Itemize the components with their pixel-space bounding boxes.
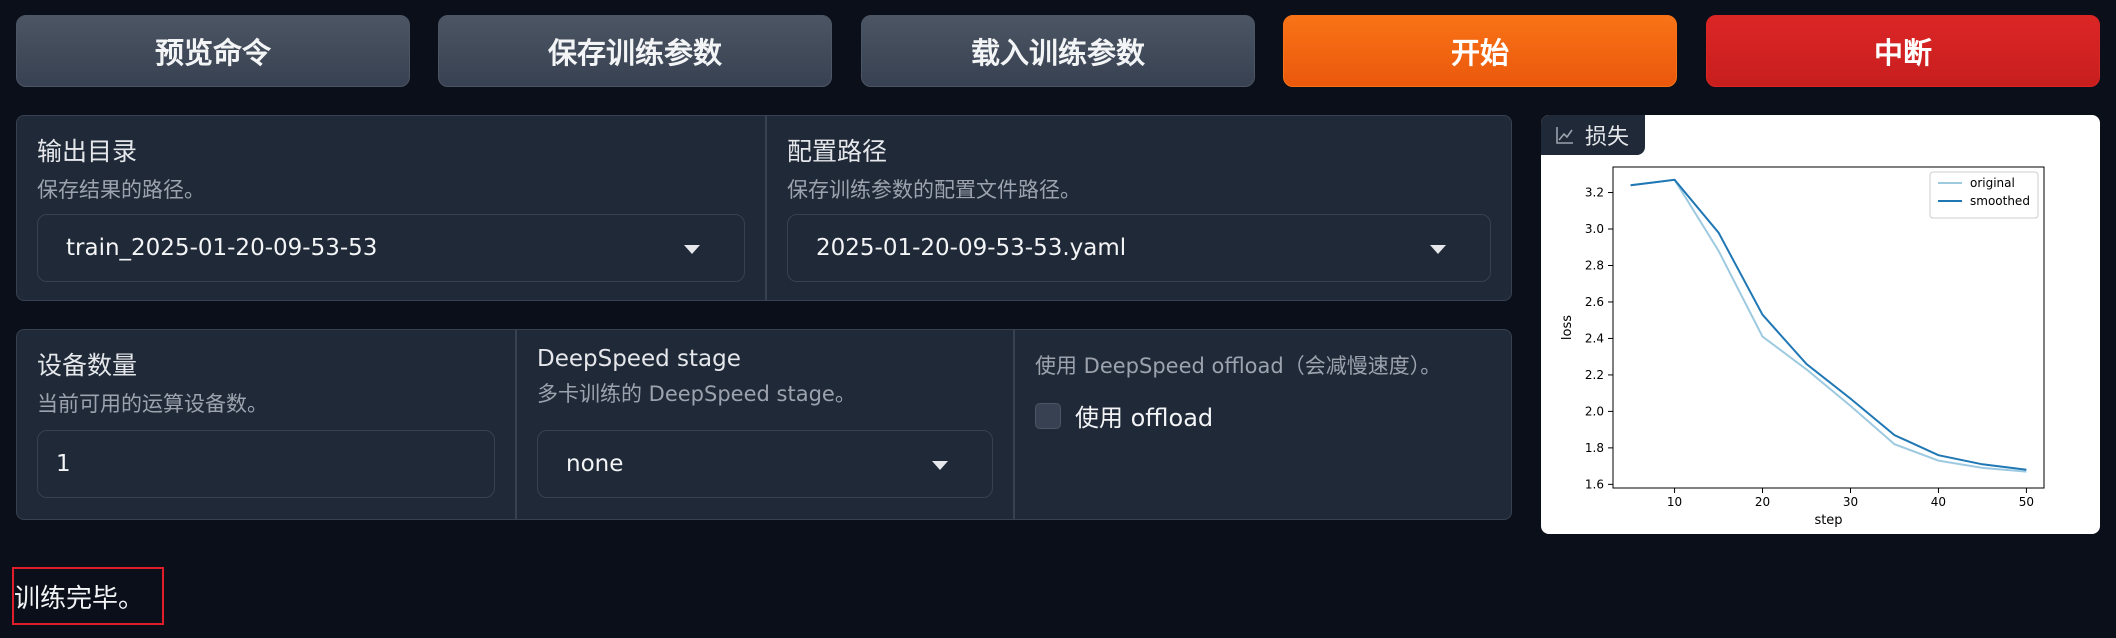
chart-icon: [1556, 127, 1573, 144]
output-dir-value: train_2025-01-20-09-53-53: [66, 235, 378, 261]
chevron-down-icon: [1430, 245, 1446, 254]
y-tick-label: 1.8: [1585, 441, 1604, 455]
loss-plot-title: 损失: [1585, 125, 1630, 150]
output-dir-block: 输出目录 保存结果的路径。 train_2025-01-20-09-53-53: [17, 116, 765, 300]
legend-label-original: original: [1970, 176, 2015, 190]
config-path-dropdown[interactable]: 2025-01-20-09-53-53.yaml: [787, 214, 1491, 282]
config-path-value: 2025-01-20-09-53-53.yaml: [816, 235, 1127, 261]
loss-chart: 10 20 30 40 50 1.6 1.8 2.0 2.2 2.4 2.6 2.8 3.0 3.2 ste…: [1560, 166, 2045, 528]
offload-checkbox-row[interactable]: 使用 offload: [1035, 398, 1491, 433]
y-tick-label: 3.2: [1585, 186, 1604, 200]
deepspeed-offload-info: 使用 DeepSpeed offload（会减慢速度）。: [1035, 354, 1442, 378]
legend-label-smoothed: smoothed: [1970, 194, 2030, 208]
deepspeed-stage-block: DeepSpeed stage 多卡训练的 DeepSpeed stage。 n…: [515, 330, 1013, 519]
device-count-input[interactable]: 1: [37, 430, 495, 498]
y-tick-label: 2.2: [1585, 368, 1604, 382]
y-tick-label: 2.6: [1585, 295, 1604, 309]
y-tick-label: 2.4: [1585, 331, 1604, 345]
output-dir-label: 输出目录: [37, 137, 138, 166]
device-settings-row: 设备数量 当前可用的运算设备数。 1 DeepSpeed stage 多卡训练的…: [16, 329, 1512, 520]
series-line-original: [1630, 178, 2027, 473]
deepspeed-stage-info: 多卡训练的 DeepSpeed stage。: [537, 382, 856, 406]
loss-plot-tab: 损失: [1541, 115, 1645, 155]
chevron-down-icon: [684, 245, 700, 254]
x-tick-label: 50: [2019, 495, 2034, 509]
deepspeed-stage-label: DeepSpeed stage: [537, 346, 741, 372]
config-path-info: 保存训练参数的配置文件路径。: [787, 178, 1081, 202]
save-args-button[interactable]: 保存训练参数: [438, 15, 832, 87]
device-count-block: 设备数量 当前可用的运算设备数。 1: [17, 330, 515, 519]
offload-checkbox[interactable]: [1035, 402, 1061, 429]
y-tick-label: 2.8: [1585, 258, 1604, 272]
start-button[interactable]: 开始: [1283, 15, 1677, 87]
y-tick-label: 2.0: [1585, 404, 1604, 418]
device-count-value: 1: [56, 451, 71, 477]
y-axis-label: loss: [1560, 315, 1575, 340]
x-tick-label: 20: [1755, 495, 1770, 509]
device-count-label: 设备数量: [37, 351, 138, 380]
training-status: 训练完毕。: [12, 567, 164, 625]
stop-button[interactable]: 中断: [1706, 15, 2100, 87]
x-tick-label: 30: [1843, 495, 1858, 509]
x-axis-label: step: [1814, 513, 1842, 528]
output-dir-info: 保存结果的路径。: [37, 178, 205, 202]
series-line-smoothed: [1630, 178, 2027, 471]
config-path-block: 配置路径 保存训练参数的配置文件路径。 2025-01-20-09-53-53.…: [765, 116, 1511, 300]
config-path-label: 配置路径: [787, 137, 888, 166]
output-settings-row: 输出目录 保存结果的路径。 train_2025-01-20-09-53-53 …: [16, 115, 1512, 301]
x-tick-label: 10: [1667, 495, 1682, 509]
loss-plot-panel: 10 20 30 40 50 1.6 1.8 2.0 2.2 2.4 2.6 2.8 3.0 3.2 ste…: [1541, 115, 2100, 534]
deepspeed-stage-value: none: [566, 451, 624, 477]
preview-command-button[interactable]: 预览命令: [16, 15, 410, 87]
y-tick-label: 3.0: [1585, 222, 1604, 236]
deepspeed-offload-block: 使用 DeepSpeed offload（会减慢速度）。 使用 offload: [1013, 330, 1511, 519]
chevron-down-icon: [932, 461, 948, 470]
device-count-info: 当前可用的运算设备数。: [37, 392, 268, 416]
deepspeed-stage-dropdown[interactable]: none: [537, 430, 993, 498]
load-args-button[interactable]: 载入训练参数: [861, 15, 1255, 87]
offload-checkbox-label: 使用 offload: [1075, 404, 1214, 432]
x-tick-label: 40: [1931, 495, 1946, 509]
y-tick-label: 1.6: [1585, 477, 1604, 491]
output-dir-dropdown[interactable]: train_2025-01-20-09-53-53: [37, 214, 745, 282]
status-text: 训练完毕。: [14, 583, 145, 614]
